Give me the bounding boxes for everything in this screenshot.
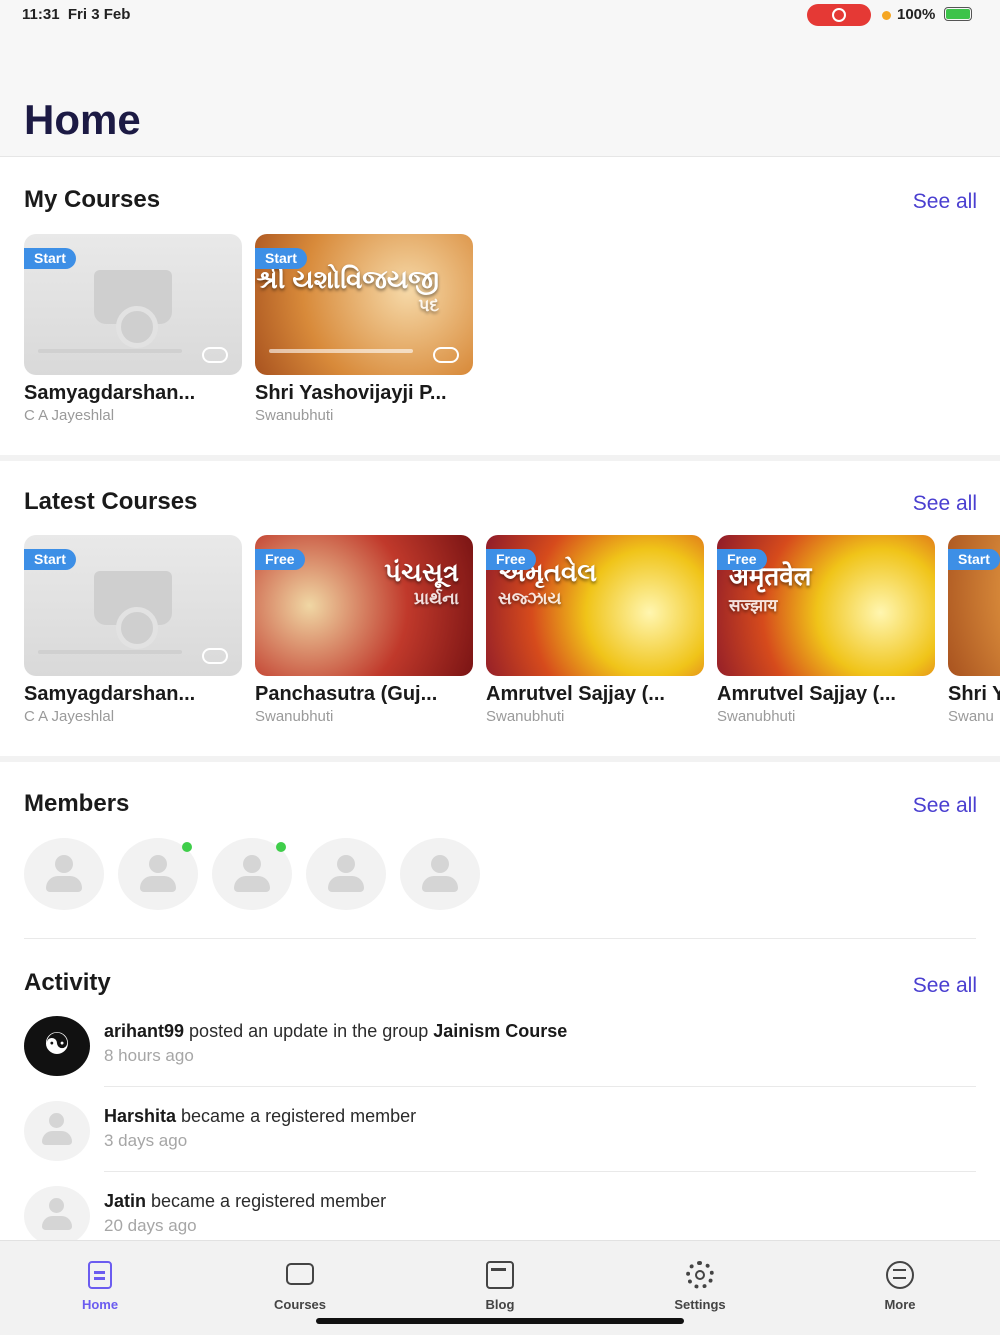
course-thumbnail[interactable]: अमृतवेल सज्झाय Free (717, 535, 935, 676)
section-divider (0, 756, 1000, 762)
battery-icon (944, 7, 972, 21)
status-badge: Start (948, 549, 1000, 570)
activity-text: arihant99 posted an update in the group … (104, 1021, 568, 1041)
gear-icon (686, 1261, 714, 1289)
course-author: Swanubhuti (255, 708, 334, 725)
online-indicator (182, 842, 192, 852)
screen-record-indicator[interactable] (807, 4, 871, 26)
tab-label: Home (81, 1297, 119, 1312)
course-title: Samyagdarshan... (24, 382, 196, 404)
course-progress-bar (269, 349, 413, 353)
activity-time: 8 hours ago (104, 1046, 194, 1065)
course-thumbnail[interactable]: અમૃતવેલ સજ્ઝાય Free (486, 535, 704, 676)
section-divider (0, 455, 1000, 461)
course-thumbnail[interactable]: Start (24, 234, 242, 375)
status-badge: Start (24, 248, 76, 269)
activity-avatar[interactable] (24, 1101, 90, 1161)
course-author: Swanubhuti (255, 407, 334, 424)
status-badge: Free (717, 549, 767, 570)
status-badge: Start (24, 549, 76, 570)
tab-label: Courses (273, 1297, 327, 1312)
course-card[interactable]: Start Samyagdarshan... C A Jayeshlal (24, 535, 242, 725)
blog-icon (486, 1261, 514, 1289)
activity-user-link[interactable]: arihant99 (104, 1021, 184, 1041)
activity-avatar[interactable] (24, 1186, 90, 1246)
activity-user-link[interactable]: Harshita (104, 1106, 176, 1126)
member-avatar[interactable] (400, 838, 480, 910)
status-time: 11:31 Fri 3 Feb (22, 6, 131, 23)
member-avatar[interactable] (306, 838, 386, 910)
download-cloud-icon[interactable] (202, 347, 228, 363)
course-author: Swanubhuti (486, 708, 565, 725)
my-courses-title: My Courses (24, 186, 161, 213)
menu-icon (886, 1261, 914, 1289)
course-author: Swanu (948, 708, 994, 725)
activity-time: 20 days ago (104, 1216, 197, 1235)
course-card[interactable]: Start Shri Y Swanu (948, 535, 1000, 725)
activity-time: 3 days ago (104, 1131, 188, 1150)
meditation-icon: ☯ (43, 1028, 71, 1061)
tab-home[interactable]: Home (0, 1241, 200, 1335)
member-avatar[interactable] (24, 838, 104, 910)
course-art-text: પંચસૂત્ર પ્રાર્થના (384, 557, 459, 608)
members-see-all-link[interactable]: See all (913, 794, 977, 818)
tab-label: Settings (674, 1297, 726, 1312)
course-author: C A Jayeshlal (24, 708, 115, 725)
course-title: Samyagdarshan... (24, 683, 196, 705)
course-thumbnail[interactable]: શ્રી યશોવિજયજી પદ Start (255, 234, 473, 375)
course-card[interactable]: શ્રી યશોવિજયજી પદ Start Shri Yashovijayji… (255, 234, 473, 424)
list-divider (104, 1086, 976, 1087)
award-seal-icon (116, 306, 158, 348)
course-title: Shri Yashovijayji P... (255, 382, 447, 404)
download-cloud-icon[interactable] (433, 347, 459, 363)
activity-text: Jatin became a registered member (104, 1191, 387, 1211)
activity-avatar[interactable]: ☯ (24, 1016, 90, 1076)
course-author: Swanubhuti (717, 708, 796, 725)
course-thumbnail[interactable]: પંચસૂત્ર પ્રાર્થના Free (255, 535, 473, 676)
my-courses-see-all-link[interactable]: See all (913, 190, 977, 214)
tab-more[interactable]: More (800, 1241, 1000, 1335)
download-cloud-icon[interactable] (202, 648, 228, 664)
course-card[interactable]: પંચસૂત્ર પ્રાર્થના Free Panchasutra (Guj.… (255, 535, 473, 725)
status-badge: Free (486, 549, 536, 570)
tab-label: Blog (485, 1297, 515, 1312)
home-doc-icon (88, 1261, 112, 1289)
course-title: Panchasutra (Guj... (255, 683, 438, 705)
section-divider (24, 938, 976, 939)
course-title: Amrutvel Sajjay (... (486, 683, 665, 705)
activity-text: Harshita became a registered member (104, 1106, 417, 1126)
activity-see-all-link[interactable]: See all (913, 974, 977, 998)
tab-label: More (884, 1297, 916, 1312)
status-badge: Start (255, 248, 307, 269)
course-title: Amrutvel Sajjay (... (717, 683, 896, 705)
course-thumbnail[interactable]: Start (948, 535, 1000, 676)
courses-screen-icon (286, 1263, 314, 1285)
course-title: Shri Y (948, 683, 1000, 705)
members-title: Members (24, 790, 130, 817)
activity-user-link[interactable]: Jatin (104, 1191, 146, 1211)
course-card[interactable]: Start Samyagdarshan... C A Jayeshlal (24, 234, 242, 424)
page-header: Home (0, 30, 1000, 157)
page-title: Home (24, 96, 141, 143)
status-bar: 11:31 Fri 3 Feb 100% (0, 0, 1000, 30)
battery-percent: 100% (897, 6, 936, 23)
activity-title: Activity (24, 969, 111, 996)
course-thumbnail[interactable]: Start (24, 535, 242, 676)
course-progress-bar (38, 650, 182, 654)
course-card[interactable]: અમૃતવેલ સજ્ઝાય Free Amrutvel Sajjay (... … (486, 535, 704, 725)
latest-courses-title: Latest Courses (24, 488, 198, 515)
course-art-text: શ્રી યશોવિજયજી પદ (256, 264, 440, 315)
course-card[interactable]: अमृतवेल सज्झाय Free Amrutvel Sajjay (... … (717, 535, 935, 725)
home-indicator[interactable] (316, 1318, 684, 1324)
status-badge: Free (255, 549, 305, 570)
course-progress-bar (38, 349, 182, 353)
online-indicator (276, 842, 286, 852)
list-divider (104, 1171, 976, 1172)
latest-courses-see-all-link[interactable]: See all (913, 492, 977, 516)
activity-group-link[interactable]: Jainism Course (433, 1021, 567, 1041)
course-author: C A Jayeshlal (24, 407, 115, 424)
privacy-dot-icon (882, 11, 891, 20)
award-seal-icon (116, 607, 158, 649)
